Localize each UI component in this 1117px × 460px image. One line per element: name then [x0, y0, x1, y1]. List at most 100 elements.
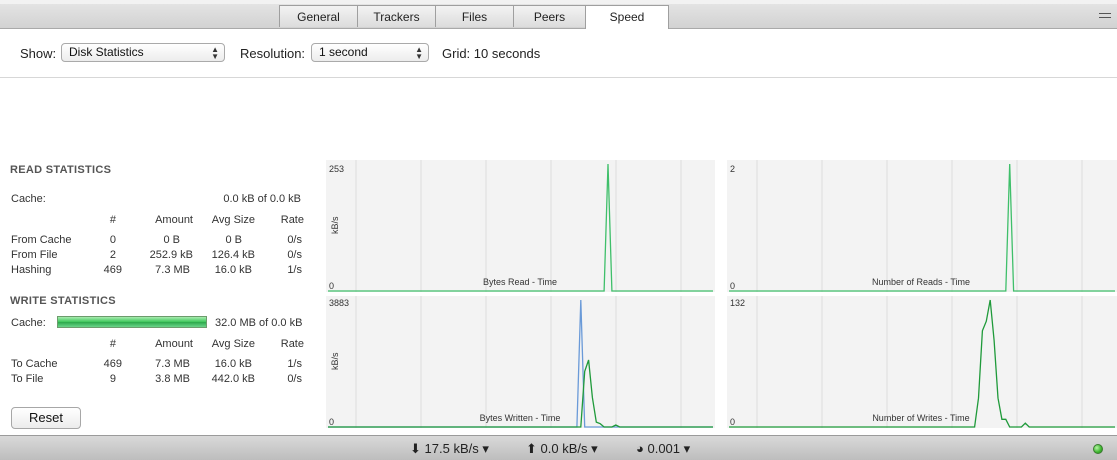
- read-row-rate: 0/s: [287, 249, 302, 261]
- read-row-label: From File: [11, 249, 58, 261]
- bytes-written-graph: 3883 0 kB/s Bytes Written - Time: [326, 296, 715, 428]
- graph-ymax: 2: [730, 164, 736, 174]
- write-header-rate: Rate: [280, 338, 304, 350]
- status-bar: ⬇ 17.5 kB/s ▾ ⬆ 0.0 kB/s ▾ ◕ 0.001 ▾: [0, 435, 1117, 460]
- resolution-label: Resolution:: [240, 46, 306, 61]
- graph-ymin: 0: [730, 281, 736, 291]
- read-row-rate: 0/s: [287, 234, 302, 246]
- chevron-down-icon: ▾: [482, 441, 489, 456]
- tab-trackers[interactable]: Trackers: [357, 5, 436, 27]
- write-row-avg: 442.0 kB: [211, 373, 255, 385]
- reset-button[interactable]: Reset: [11, 407, 81, 429]
- read-row-avg: 126.4 kB: [211, 249, 255, 261]
- series-line: [328, 163, 713, 292]
- tab-bar: General Trackers Files Peers Speed: [0, 0, 1117, 29]
- grid-text: Grid: 10 seconds: [442, 46, 541, 61]
- chevron-down-icon: ▾: [683, 441, 691, 456]
- tab-general[interactable]: General: [279, 5, 358, 27]
- tabs: General Trackers Files Peers Speed: [279, 5, 669, 29]
- ratio-icon: ◕: [636, 441, 644, 456]
- read-cache-label: Cache:: [11, 193, 46, 205]
- write-row-label: To File: [11, 373, 44, 385]
- read-statistics-title: READ STATISTICS: [10, 164, 112, 176]
- series-line-secondary: [328, 299, 713, 428]
- number-of-writes-plot: [729, 296, 1115, 428]
- tab-peers[interactable]: Peers: [513, 5, 586, 27]
- write-header-count: #: [109, 338, 116, 350]
- read-header-amount: Amount: [155, 214, 193, 226]
- download-rate-value: 17.5 kB/s: [424, 441, 479, 456]
- graph-unit: kB/s: [330, 216, 340, 234]
- bytes-written-plot: [328, 296, 713, 428]
- write-row-count: 469: [103, 358, 122, 370]
- select-arrows-icon: ▲ ▼: [415, 45, 423, 61]
- number-of-reads-graph: 2 0 Number of Reads - Time: [727, 160, 1117, 292]
- download-rate[interactable]: ⬇ 17.5 kB/s ▾: [410, 441, 489, 457]
- tab-speed[interactable]: Speed: [585, 5, 669, 29]
- read-cache-value: 0.0 kB of 0.0 kB: [223, 193, 301, 205]
- tab-files[interactable]: Files: [435, 5, 514, 27]
- read-row-amount: 7.3 MB: [155, 264, 190, 276]
- read-row-amount: 0 B: [163, 234, 180, 246]
- read-header-avg: Avg Size: [211, 214, 255, 226]
- write-row-rate: 1/s: [287, 358, 302, 370]
- read-row-label: Hashing: [11, 264, 52, 276]
- number-of-reads-plot: [729, 160, 1115, 292]
- resolution-select[interactable]: 1 second ▲ ▼: [311, 43, 429, 62]
- select-arrows-icon: ▲ ▼: [211, 45, 219, 61]
- write-statistics-title: WRITE STATISTICS: [10, 295, 116, 307]
- read-row-amount: 252.9 kB: [149, 249, 193, 261]
- graph-title: Number of Writes - Time: [872, 413, 970, 423]
- series-line: [729, 163, 1115, 292]
- read-row-avg: 16.0 kB: [214, 264, 252, 276]
- bytes-read-graph: 253 0 kB/s Bytes Read - Time: [326, 160, 715, 292]
- write-header-amount: Amount: [155, 338, 193, 350]
- resize-grip-icon: [1099, 10, 1111, 22]
- download-arrow-icon: ⬇: [410, 441, 421, 456]
- read-row-rate: 1/s: [287, 264, 302, 276]
- read-header-count: #: [109, 214, 116, 226]
- series-line: [729, 299, 1115, 428]
- read-row-count: 2: [109, 249, 116, 261]
- upload-arrow-icon: ⬆: [526, 441, 537, 456]
- graph-ymin: 0: [329, 417, 335, 427]
- connection-status-icon: [1093, 444, 1103, 454]
- graph-ymin: 0: [730, 417, 736, 427]
- upload-rate[interactable]: ⬆ 0.0 kB/s ▾: [526, 441, 598, 457]
- write-row-rate: 0/s: [287, 373, 302, 385]
- write-cache-value: 32.0 MB of 0.0 kB: [215, 317, 303, 329]
- write-row-label: To Cache: [11, 358, 58, 370]
- read-row-avg: 0 B: [225, 234, 242, 246]
- graph-title: Bytes Read - Time: [482, 277, 558, 287]
- show-select[interactable]: Disk Statistics ▲ ▼: [61, 43, 225, 62]
- upload-rate-value: 0.0 kB/s: [540, 441, 588, 456]
- number-of-writes-graph: 132 0 Number of Writes - Time: [727, 296, 1117, 428]
- read-row-count: 469: [103, 264, 122, 276]
- graph-ymax: 132: [730, 298, 746, 308]
- write-row-amount: 3.8 MB: [155, 373, 190, 385]
- read-row-label: From Cache: [11, 234, 72, 246]
- write-cache-label: Cache:: [11, 317, 46, 329]
- write-row-avg: 16.0 kB: [214, 358, 252, 370]
- write-row-amount: 7.3 MB: [155, 358, 190, 370]
- ratio[interactable]: ◕ 0.001 ▾: [636, 441, 690, 457]
- resolution-select-value: 1 second: [319, 45, 368, 59]
- show-select-value: Disk Statistics: [69, 45, 144, 59]
- show-label: Show:: [20, 46, 57, 61]
- read-header-rate: Rate: [280, 214, 304, 226]
- graph-title: Number of Reads - Time: [871, 277, 971, 287]
- graph-ymin: 0: [329, 281, 335, 291]
- write-cache-bar: [57, 316, 207, 328]
- read-row-count: 0: [109, 234, 116, 246]
- write-header-avg: Avg Size: [211, 338, 255, 350]
- graph-ymax: 253: [329, 164, 345, 174]
- bytes-read-plot: [328, 160, 713, 292]
- graph-unit: kB/s: [330, 352, 340, 370]
- ratio-value: 0.001: [647, 441, 681, 456]
- graph-ymax: 3883: [329, 298, 350, 308]
- title-strip: [0, 0, 1117, 4]
- graph-title: Bytes Written - Time: [479, 413, 561, 423]
- write-row-count: 9: [109, 373, 116, 385]
- controls-row: Show: Disk Statistics ▲ ▼ Resolution: 1 s…: [0, 29, 1117, 78]
- chevron-down-icon: ▾: [591, 441, 598, 456]
